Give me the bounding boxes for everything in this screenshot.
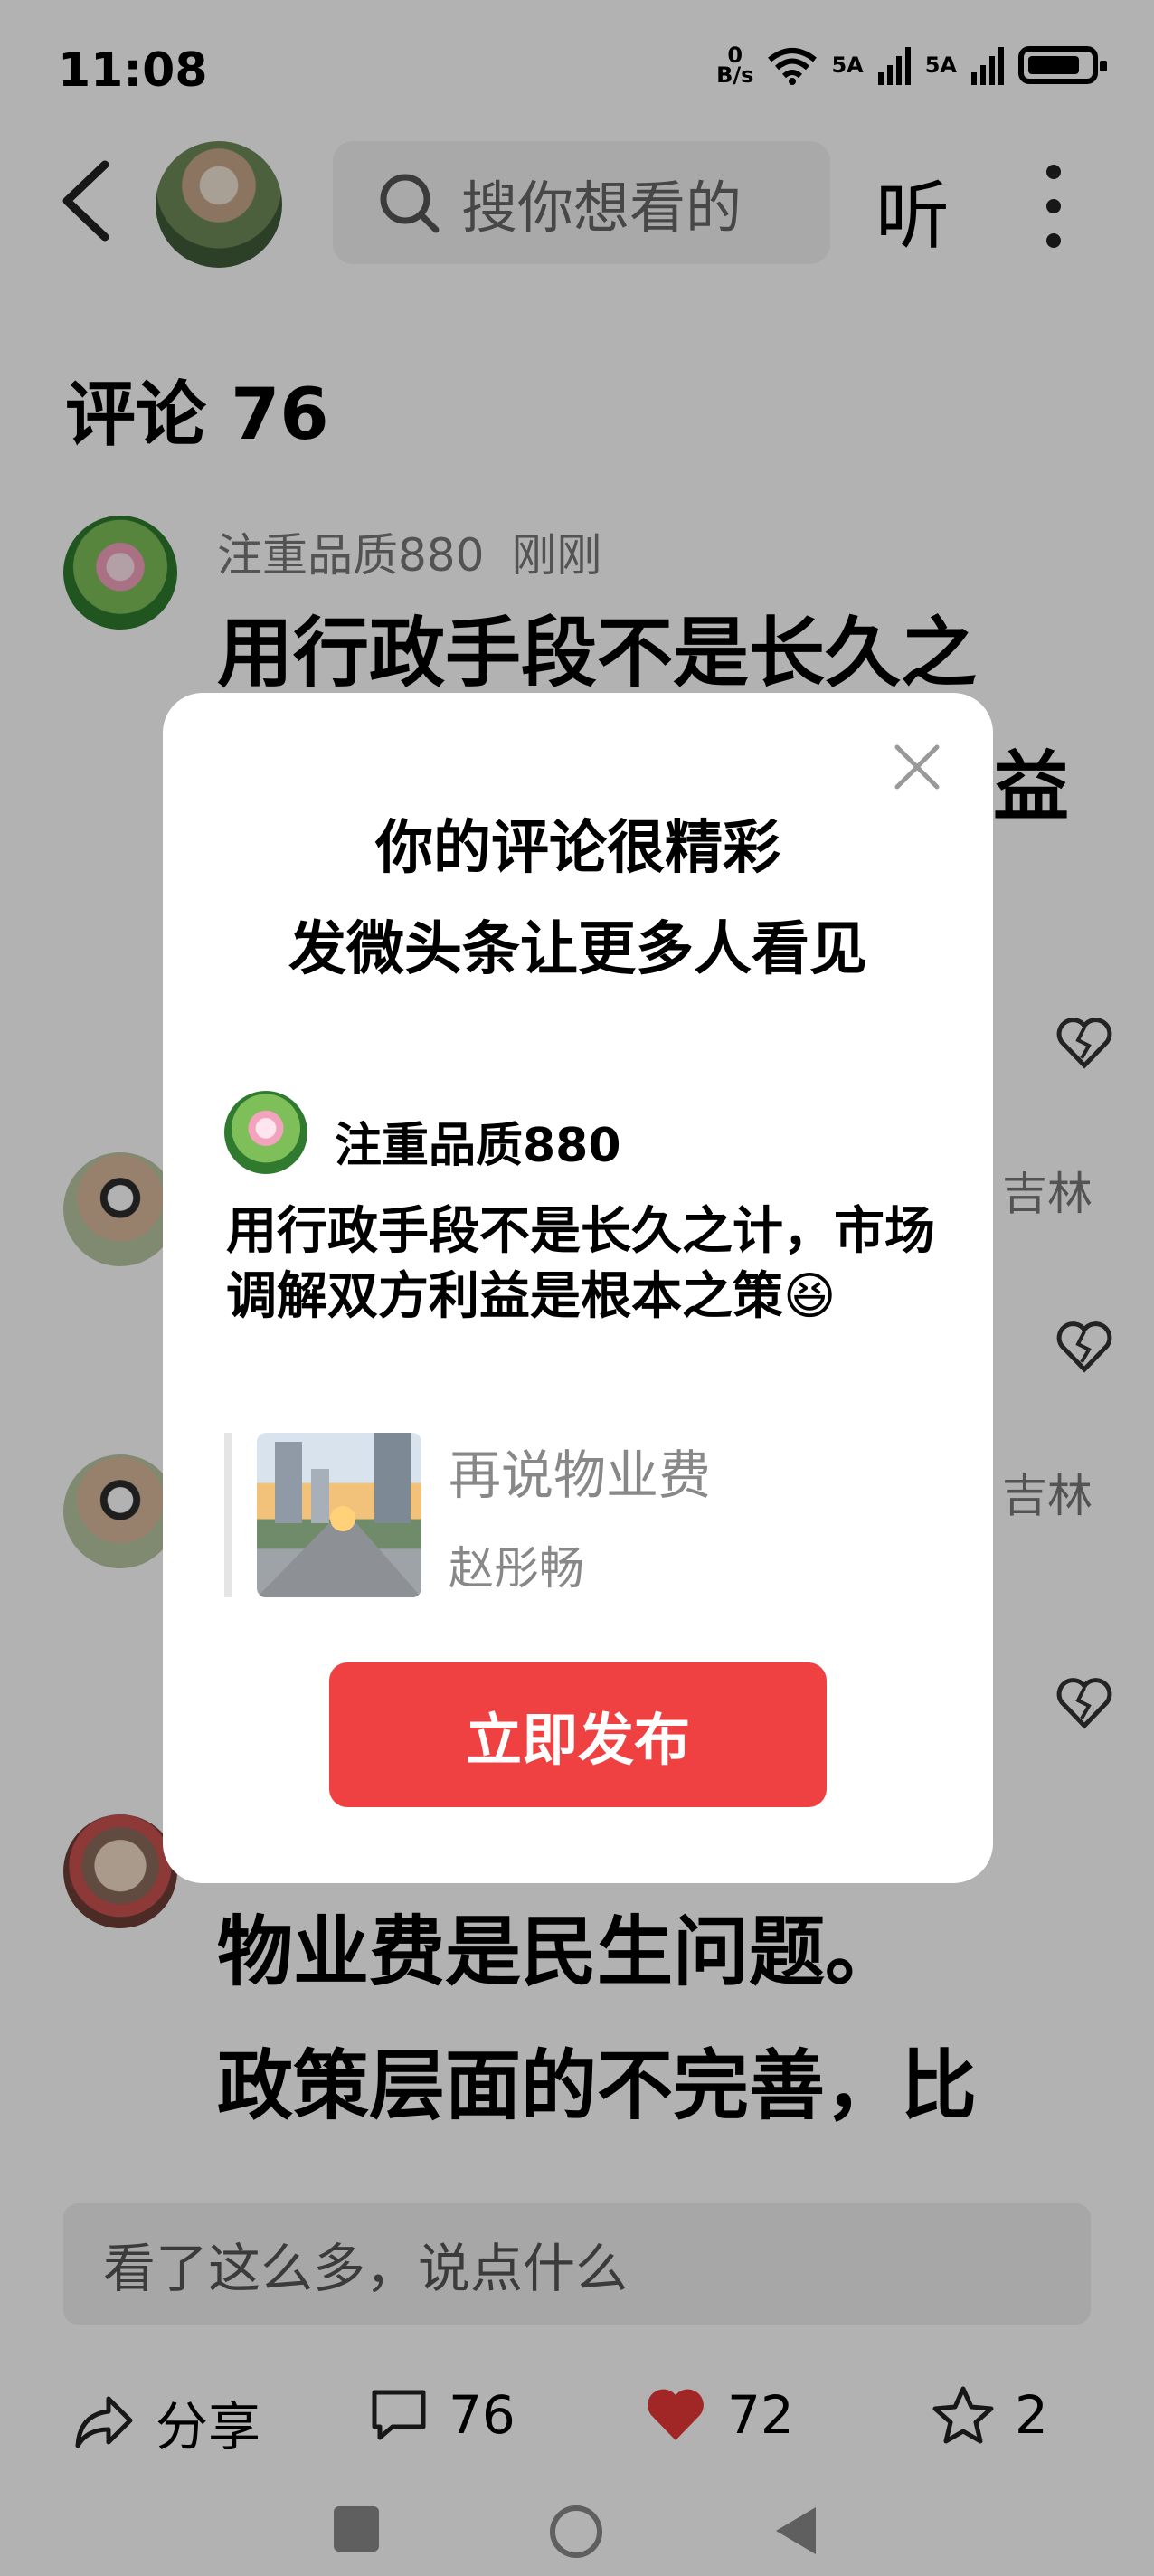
building-image [257, 1433, 421, 1597]
laughing-emoji-icon: 😆 [783, 1267, 837, 1326]
modal-comment-text: 用行政手段不是长久之计，市场调解双方利益是根本之策😆 [226, 1202, 935, 1326]
modal-title-line2: 发微头条让更多人看见 [288, 916, 867, 983]
article-thumbnail [257, 1433, 421, 1597]
modal-avatar [224, 1091, 307, 1174]
close-icon[interactable] [890, 740, 944, 794]
publish-button[interactable]: 立即发布 [329, 1662, 827, 1807]
article-title: 再说物业费 [449, 1444, 712, 1506]
quote-bar [224, 1433, 232, 1597]
article-author: 赵彤畅 [449, 1542, 584, 1595]
modal-title-line1: 你的评论很精彩 [375, 815, 780, 882]
modal-username: 注重品质880 [335, 1119, 621, 1173]
